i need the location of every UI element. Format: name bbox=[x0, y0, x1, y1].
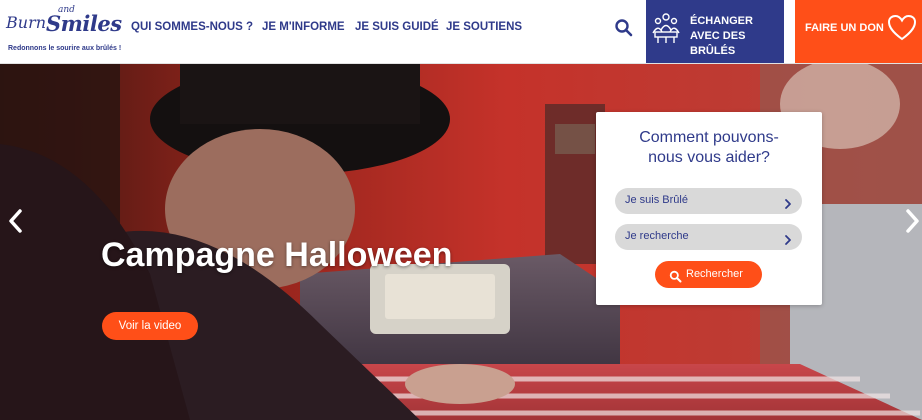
select-je-recherche[interactable]: Je recherche bbox=[615, 224, 802, 250]
search-submit-label: Rechercher bbox=[686, 268, 743, 280]
chevron-left-icon[interactable] bbox=[6, 208, 26, 234]
help-title-line-1: Comment pouvons- bbox=[639, 129, 779, 146]
select-je-suis-brule[interactable]: Je suis Brûlé bbox=[615, 188, 802, 214]
watch-video-button[interactable]: Voir la video bbox=[102, 312, 198, 340]
exchange-label: ÉCHANGER AVEC DES BRÛLÉS bbox=[690, 15, 753, 57]
chevron-right-icon bbox=[784, 195, 792, 209]
select-label: Je suis Brûlé bbox=[625, 194, 688, 206]
logo-smiles-text: Smiles bbox=[46, 11, 122, 36]
help-title-line-2: nous vous aider? bbox=[648, 149, 770, 166]
community-icon bbox=[652, 12, 680, 44]
nav-item-qui-sommes-nous[interactable]: QUI SOMMES-NOUS ? bbox=[131, 21, 253, 33]
exchange-with-burn-victims-button[interactable]: ÉCHANGER AVEC DES BRÛLÉS bbox=[646, 0, 784, 63]
logo-tagline: Redonnons le sourire aux brûlés ! bbox=[8, 45, 122, 52]
donate-label: FAIRE UN DON bbox=[805, 22, 884, 34]
nav-item-je-soutiens[interactable]: JE SOUTIENS bbox=[446, 21, 522, 33]
donate-button[interactable]: FAIRE UN DON bbox=[795, 0, 922, 63]
logo-burn-text: Burn bbox=[6, 13, 47, 32]
chevron-right-icon bbox=[784, 231, 792, 245]
search-submit-button[interactable]: Rechercher bbox=[655, 261, 762, 288]
hero-title: Campagne Halloween bbox=[101, 236, 453, 274]
nav-item-je-suis-guide[interactable]: JE SUIS GUIDÉ bbox=[355, 21, 439, 33]
search-icon bbox=[669, 268, 682, 283]
logo[interactable]: Burn and Smiles Redonnons le sourire aux… bbox=[6, 5, 122, 57]
chevron-right-icon[interactable] bbox=[902, 208, 922, 234]
site-header: Burn and Smiles Redonnons le sourire aux… bbox=[0, 0, 922, 64]
nav-item-je-m-informe[interactable]: JE M'INFORME bbox=[262, 21, 345, 33]
select-label: Je recherche bbox=[625, 230, 689, 242]
heart-icon bbox=[887, 14, 917, 42]
help-card-title: Comment pouvons- nous vous aider? bbox=[596, 128, 822, 168]
help-card: Comment pouvons- nous vous aider? Je sui… bbox=[596, 112, 822, 305]
search-icon[interactable] bbox=[614, 18, 634, 38]
